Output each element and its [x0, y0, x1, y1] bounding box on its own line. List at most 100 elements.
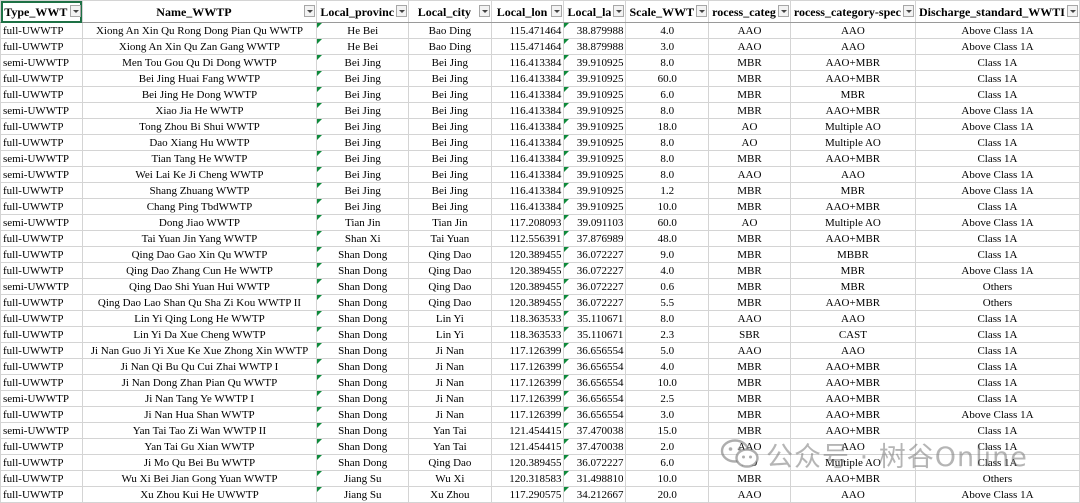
table-cell[interactable]: AAO [708, 342, 791, 359]
table-cell[interactable]: Dong Jiao WWTP [81, 214, 318, 231]
table-cell[interactable]: 35.110671 [563, 326, 627, 343]
table-cell[interactable]: full-UWWTP [0, 342, 83, 359]
table-cell[interactable]: 39.910925 [563, 102, 627, 119]
table-cell[interactable]: Yan Tai [408, 422, 492, 439]
filter-dropdown-icon[interactable] [396, 5, 408, 17]
table-cell[interactable]: Ji Mo Qu Bei Bu WWTP [81, 454, 318, 471]
column-header[interactable]: Discharge_standard_WWTI [914, 0, 1080, 23]
table-cell[interactable]: AAO+MBR [789, 470, 916, 487]
table-cell[interactable]: 115.471464 [490, 22, 565, 39]
table-cell[interactable]: 120.389455 [490, 246, 565, 263]
table-cell[interactable]: Bei Jing [408, 150, 492, 167]
table-cell[interactable]: Bei Jing [408, 166, 492, 183]
table-cell[interactable]: AAO+MBR [789, 422, 916, 439]
table-cell[interactable]: Ji Nan [408, 390, 492, 407]
table-cell[interactable]: 18.0 [625, 118, 710, 135]
table-cell[interactable]: 48.0 [625, 230, 710, 247]
table-cell[interactable]: MBR [708, 182, 791, 199]
table-cell[interactable]: MBR [708, 246, 791, 263]
table-cell[interactable]: Ji Nan Tang Ye WWTP I [81, 390, 318, 407]
table-cell[interactable]: Yan Tai [408, 438, 492, 455]
table-cell[interactable]: Xu Zhou [408, 486, 492, 503]
table-cell[interactable]: 2.3 [625, 326, 710, 343]
table-cell[interactable]: Shan Dong [316, 358, 410, 375]
table-cell[interactable]: MBR [708, 422, 791, 439]
table-cell[interactable]: Bei Jing [316, 166, 410, 183]
table-cell[interactable]: full-UWWTP [0, 326, 83, 343]
table-cell[interactable]: 37.470038 [563, 422, 627, 439]
table-cell[interactable]: 8.0 [625, 54, 710, 71]
table-cell[interactable]: MBR [708, 70, 791, 87]
table-cell[interactable]: 39.910925 [563, 198, 627, 215]
table-cell[interactable]: Qing Dao [408, 246, 492, 263]
table-cell[interactable]: full-UWWTP [0, 294, 83, 311]
table-cell[interactable]: full-UWWTP [0, 438, 83, 455]
table-cell[interactable]: AAO [708, 486, 791, 503]
table-cell[interactable]: 39.910925 [563, 166, 627, 183]
table-cell[interactable]: Shan Dong [316, 326, 410, 343]
table-cell[interactable]: Yan Tai Tao Zi Wan WWTP II [81, 422, 318, 439]
table-cell[interactable]: CAST [789, 326, 916, 343]
table-cell[interactable]: 20.0 [625, 486, 710, 503]
table-cell[interactable]: Shan Dong [316, 342, 410, 359]
table-cell[interactable]: 36.072227 [563, 294, 627, 311]
table-cell[interactable]: 5.5 [625, 294, 710, 311]
table-cell[interactable]: Class 1A [914, 358, 1080, 375]
table-cell[interactable]: Tai Yuan Jin Yang WWTP [81, 230, 318, 247]
table-cell[interactable]: Bei Jing [316, 150, 410, 167]
table-cell[interactable]: full-UWWTP [0, 198, 83, 215]
table-cell[interactable]: Wu Xi [408, 470, 492, 487]
table-cell[interactable]: Tian Tang He WWTP [81, 150, 318, 167]
table-cell[interactable]: 116.413384 [490, 54, 565, 71]
table-cell[interactable]: Shan Dong [316, 454, 410, 471]
table-cell[interactable]: Bei Jing [316, 102, 410, 119]
table-cell[interactable]: Lin Yi Qing Long He WWTP [81, 310, 318, 327]
table-cell[interactable]: Ji Nan [408, 358, 492, 375]
table-cell[interactable]: Class 1A [914, 342, 1080, 359]
table-cell[interactable]: 8.0 [625, 310, 710, 327]
table-cell[interactable]: 2.5 [625, 390, 710, 407]
table-cell[interactable]: 118.363533 [490, 310, 565, 327]
table-cell[interactable]: semi-UWWTP [0, 278, 83, 295]
table-cell[interactable]: Xu Zhou Kui He UWWTP [81, 486, 318, 503]
table-cell[interactable]: Tian Jin [408, 214, 492, 231]
table-cell[interactable]: semi-UWWTP [0, 390, 83, 407]
table-cell[interactable]: Shan Dong [316, 390, 410, 407]
table-cell[interactable]: Jiang Su [316, 470, 410, 487]
table-cell[interactable]: full-UWWTP [0, 118, 83, 135]
table-cell[interactable]: Bei Jing [316, 134, 410, 151]
table-cell[interactable]: Bei Jing [316, 54, 410, 71]
table-cell[interactable]: 117.126399 [490, 406, 565, 423]
table-cell[interactable]: Bei Jing Huai Fang WWTP [81, 70, 318, 87]
table-cell[interactable]: MBR [789, 262, 916, 279]
table-cell[interactable]: Shan Dong [316, 374, 410, 391]
table-cell[interactable]: 60.0 [625, 70, 710, 87]
table-cell[interactable]: 38.879988 [563, 22, 627, 39]
table-cell[interactable]: Shang Zhuang WWTP [81, 182, 318, 199]
table-cell[interactable]: AO [708, 118, 791, 135]
table-cell[interactable]: full-UWWTP [0, 182, 83, 199]
table-cell[interactable]: 116.413384 [490, 182, 565, 199]
table-cell[interactable]: Multiple AO [789, 454, 916, 471]
table-cell[interactable]: Class 1A [914, 326, 1080, 343]
column-header[interactable]: rocess_categ [708, 0, 791, 23]
table-cell[interactable]: full-UWWTP [0, 406, 83, 423]
table-cell[interactable]: MBBR [789, 246, 916, 263]
table-cell[interactable]: Bei Jing [316, 86, 410, 103]
table-cell[interactable]: Yan Tai Gu Xian WWTP [81, 438, 318, 455]
table-cell[interactable]: Multiple AO [789, 214, 916, 231]
table-cell[interactable]: Shan Dong [316, 438, 410, 455]
table-cell[interactable]: MBR [789, 182, 916, 199]
table-cell[interactable]: Ji Nan Guo Ji Yi Xue Ke Xue Zhong Xin WW… [81, 342, 318, 359]
table-cell[interactable]: 6.0 [625, 86, 710, 103]
table-cell[interactable]: 36.656554 [563, 390, 627, 407]
table-cell[interactable]: Dao Xiang Hu WWTP [81, 134, 318, 151]
table-cell[interactable]: 39.910925 [563, 118, 627, 135]
table-cell[interactable]: full-UWWTP [0, 38, 83, 55]
table-cell[interactable]: Bei Jing [316, 198, 410, 215]
table-cell[interactable]: Shan Dong [316, 262, 410, 279]
table-cell[interactable]: Lin Yi [408, 326, 492, 343]
table-cell[interactable]: 121.454415 [490, 438, 565, 455]
table-cell[interactable]: 117.208093 [490, 214, 565, 231]
table-cell[interactable]: Qing Dao [408, 262, 492, 279]
